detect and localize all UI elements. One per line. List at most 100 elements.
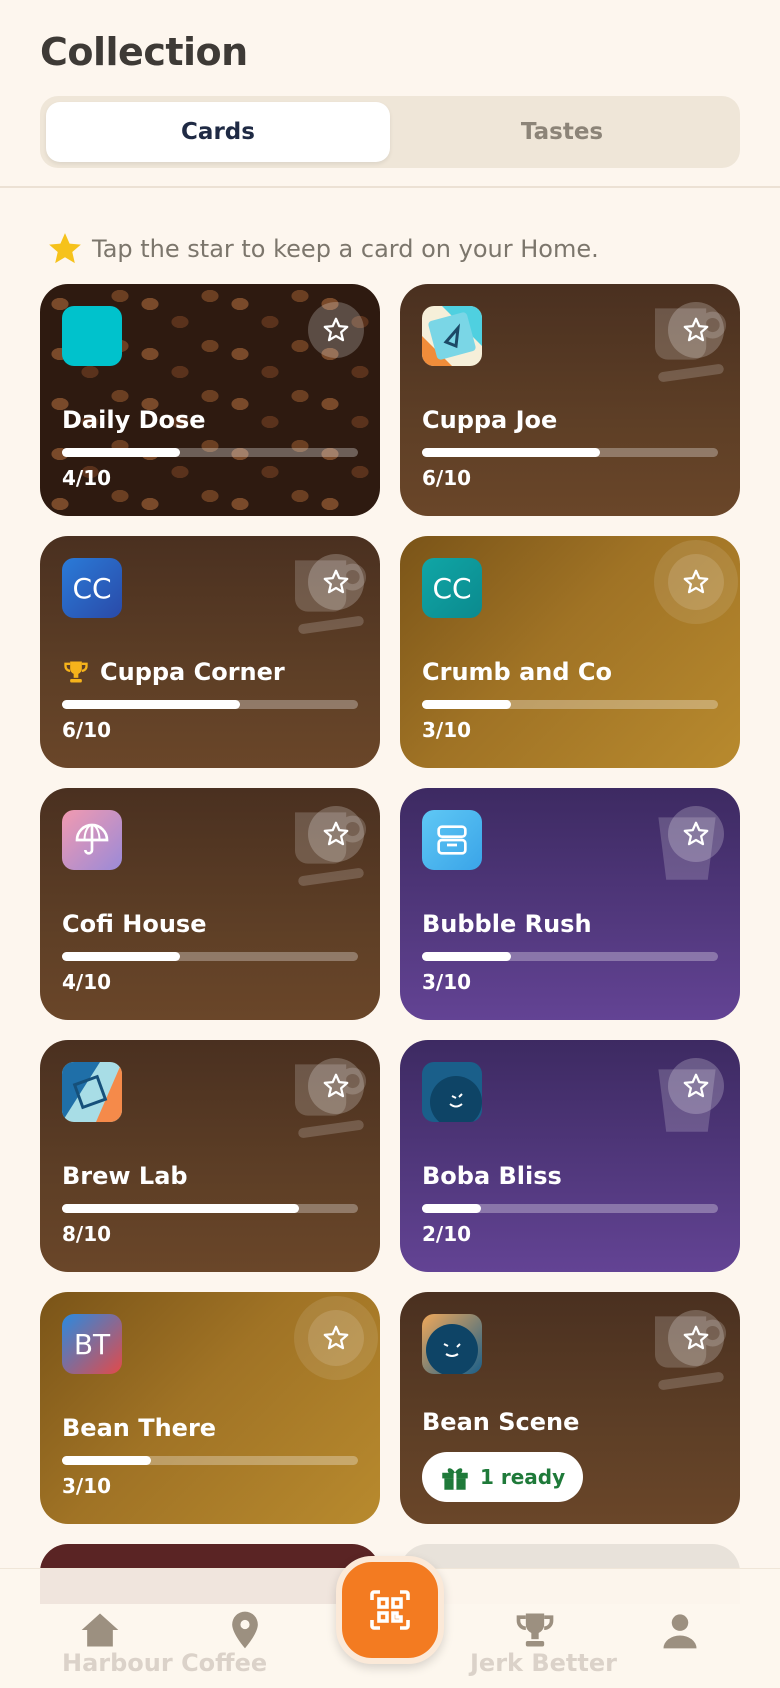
loyalty-card[interactable]: Boba Bliss 2/10 [400,1040,740,1272]
monogram-logo: CC [62,558,122,618]
tab-cards[interactable]: Cards [46,102,390,162]
progress-label: 4/10 [62,466,112,490]
card-name: Cuppa Corner [62,658,285,686]
star-toggle-button[interactable] [668,1058,724,1114]
progress-label: 3/10 [422,970,472,994]
loyalty-card[interactable]: Bean Scene 1 ready [400,1292,740,1524]
card-name-label: Bean Scene [422,1408,580,1436]
loyalty-card[interactable]: CC Cuppa Corner 6/10 [40,536,380,768]
star-outline-icon [683,569,709,594]
star-outline-icon [323,569,349,594]
tab-tastes[interactable]: Tastes [390,102,734,162]
location-pin-icon [232,1611,258,1649]
card-name: Boba Bliss [422,1162,562,1190]
star-outline-icon [683,1325,709,1350]
progress-label: 8/10 [62,1222,112,1246]
nav-profile[interactable] [655,1605,705,1655]
decoration-line [297,1119,365,1139]
card-name: Crumb and Co [422,658,612,686]
header: Collection Cards Tastes [0,0,780,188]
loyalty-card[interactable]: Cofi House 4/10 [40,788,380,1020]
decoration-line [297,615,365,635]
hint-banner: Tap the star to keep a card on your Home… [0,188,780,280]
card-grid: Daily Dose 4/10 Cuppa Joe 6/10 CC Cuppa … [40,284,740,1524]
card-name-label: Cofi House [62,910,207,938]
card-name: Brew Lab [62,1162,188,1190]
star-icon [49,233,81,264]
progress-label: 3/10 [62,1474,112,1498]
decoration-line [297,867,365,887]
card-name: Cofi House [62,910,206,938]
progress-fill [422,1204,482,1213]
progress-fill [62,1204,299,1213]
card-name: Bubble Rush [422,910,592,938]
loyalty-card[interactable]: Brew Lab 8/10 [40,1040,380,1272]
progress-label: 6/10 [422,466,472,490]
card-name: Bean Scene [422,1408,579,1436]
loyalty-card[interactable]: Bubble Rush 3/10 [400,788,740,1020]
star-outline-icon [683,317,709,342]
hint-text: Tap the star to keep a card on your Home… [92,235,599,263]
star-toggle-button[interactable] [308,1310,364,1366]
star-toggle-button[interactable] [668,1310,724,1366]
star-toggle-button[interactable] [668,554,724,610]
monogram-logo: CC [422,558,482,618]
face-logo [422,1314,482,1374]
reward-ready-pill[interactable]: 1 ready [422,1452,584,1502]
monogram-logo: BT [62,1314,122,1374]
teal-square-logo [62,306,122,366]
umbrella-logo [62,810,122,870]
progress-fill [62,700,240,709]
card-name: Daily Dose [62,406,206,434]
qr-scan-icon [370,1590,410,1630]
nav-rewards[interactable] [510,1605,560,1655]
trophy-icon [64,661,88,683]
star-toggle-button[interactable] [668,806,724,862]
card-name-label: Boba Bliss [422,1162,562,1190]
star-toggle-button[interactable] [668,302,724,358]
progress-bar [62,1204,358,1213]
progress-fill [62,1456,151,1465]
loyalty-card[interactable]: BT Bean There 3/10 [40,1292,380,1524]
geometric-logo [62,1062,122,1122]
decoration-line [657,363,725,383]
loyalty-card[interactable]: CC Crumb and Co 3/10 [400,536,740,768]
star-toggle-button[interactable] [308,302,364,358]
card-name-label: Cuppa Corner [100,658,285,686]
progress-bar [422,448,718,457]
progress-label: 2/10 [422,1222,472,1246]
gift-icon [442,1468,468,1490]
progress-bar [422,700,718,709]
card-name: Bean There [62,1414,216,1442]
star-toggle-button[interactable] [308,1058,364,1114]
home-icon [81,1613,119,1647]
profile-icon [663,1614,697,1649]
loyalty-card[interactable]: Cuppa Joe 6/10 [400,284,740,516]
star-toggle-button[interactable] [308,554,364,610]
face-logo [422,1062,482,1122]
loyalty-card[interactable]: Daily Dose 4/10 [40,284,380,516]
card-name-label: Bubble Rush [422,910,592,938]
star-outline-icon [323,1325,349,1350]
star-outline-icon [323,317,349,342]
star-toggle-button[interactable] [308,806,364,862]
page-title: Collection [40,30,248,74]
progress-label: 6/10 [62,718,112,742]
progress-label: 3/10 [422,718,472,742]
scan-qr-button[interactable] [336,1556,444,1664]
card-name-label: Bean There [62,1414,217,1442]
progress-bar [422,1204,718,1213]
box-logo [422,810,482,870]
progress-bar [62,700,358,709]
triangle-logo [422,306,482,366]
decoration-line [657,1371,725,1391]
trophy-icon [516,1613,554,1647]
progress-label: 4/10 [62,970,112,994]
star-outline-icon [683,1073,709,1098]
progress-fill [62,448,181,457]
nav-map[interactable] [220,1605,270,1655]
nav-home[interactable] [75,1605,125,1655]
progress-bar [422,952,718,961]
ready-count: 1 ready [480,1465,566,1489]
card-name-label: Cuppa Joe [422,406,558,434]
